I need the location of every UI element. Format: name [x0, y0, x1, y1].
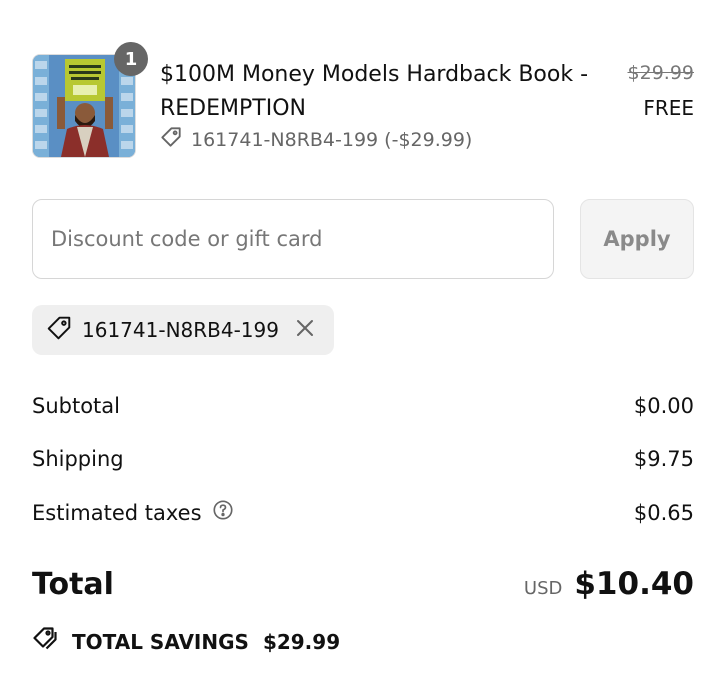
total-label: Total	[32, 566, 114, 602]
shipping-label: Shipping	[32, 447, 124, 471]
subtotal-row: Subtotal $0.00	[32, 394, 694, 418]
question-circle-icon[interactable]	[212, 499, 234, 526]
total-savings-label: TOTAL SAVINGS	[72, 629, 249, 654]
quantity-badge: 1	[114, 42, 148, 76]
close-icon[interactable]	[295, 317, 315, 343]
total-amount-group: USD $10.40	[524, 566, 694, 602]
taxes-label-group: Estimated taxes	[32, 499, 234, 526]
discount-code-input[interactable]	[32, 199, 554, 279]
subtotal-label: Subtotal	[32, 394, 120, 418]
applied-discount-chip: 161741-N8RB4-199	[32, 305, 334, 355]
taxes-value: $0.65	[633, 500, 694, 525]
product-thumbnail: 1	[32, 42, 148, 158]
final-price: FREE	[643, 96, 694, 120]
product-title: $100M Money Models Hardback Book - REDEM…	[160, 58, 615, 126]
tag-icon	[32, 626, 60, 657]
product-title-line1: $100M Money Models Hardback Book -	[160, 62, 589, 87]
tag-icon	[160, 126, 191, 153]
original-price: $29.99	[627, 62, 694, 84]
currency-code: USD	[523, 578, 563, 599]
apply-button[interactable]: Apply	[580, 199, 694, 279]
total-savings: TOTAL SAVINGS $29.99	[32, 626, 340, 657]
shipping-row: Shipping $9.75	[32, 447, 694, 471]
shipping-value: $9.75	[633, 447, 694, 471]
total-amount: $10.40	[574, 566, 694, 602]
subtotal-value: $0.00	[633, 394, 694, 418]
chip-code-label: 161741-N8RB4-199	[82, 318, 279, 342]
taxes-label: Estimated taxes	[32, 500, 202, 525]
product-title-line2: REDEMPTION	[160, 96, 306, 121]
total-savings-amount: $29.99	[262, 629, 341, 654]
product-code-label: 161741-N8RB4-199 (-$29.99)	[191, 128, 473, 151]
tag-icon	[46, 315, 72, 345]
total-row: Total USD $10.40	[32, 566, 694, 602]
taxes-row: Estimated taxes $0.65	[32, 499, 694, 526]
product-discount-code: 161741-N8RB4-199 (-$29.99)	[160, 126, 472, 153]
